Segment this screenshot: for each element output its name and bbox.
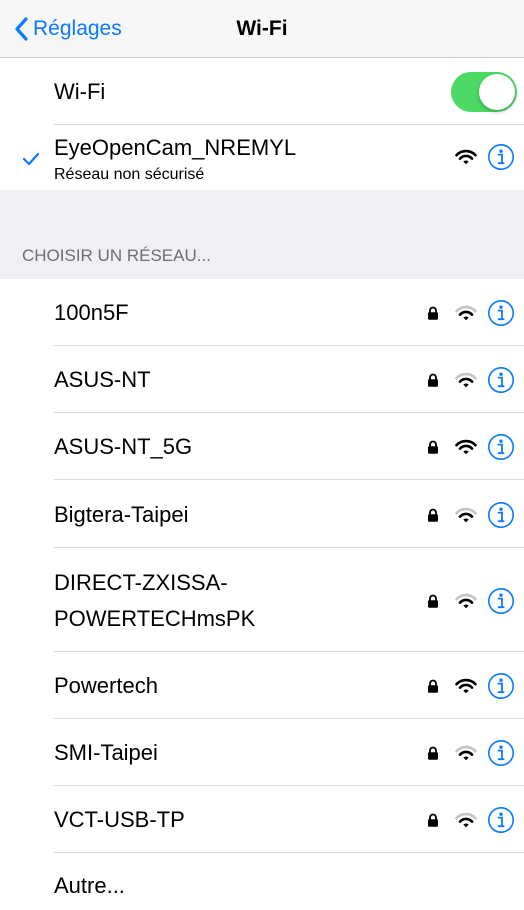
- lock-icon: [428, 440, 438, 454]
- network-row[interactable]: ASUS-NT_5G: [0, 413, 524, 480]
- network-name: Bigtera-Taipei: [54, 502, 189, 527]
- network-row[interactable]: ASUS-NT: [0, 346, 524, 413]
- navigation-bar: Réglages Wi-Fi: [0, 0, 524, 58]
- wifi-icon: [455, 507, 477, 523]
- other-network-row[interactable]: Autre...: [0, 853, 524, 910]
- network-name-line-1: DIRECT-ZXISSA-: [54, 570, 228, 595]
- info-icon[interactable]: [487, 501, 515, 529]
- network-name-line-2: POWERTECHmsPK: [54, 606, 256, 631]
- page-title: Wi-Fi: [236, 17, 288, 40]
- lock-icon: [428, 679, 438, 693]
- other-network-label: Autre...: [54, 873, 125, 898]
- network-name: SMI-Taipei: [54, 740, 158, 765]
- network-row[interactable]: SMI-Taipei: [0, 719, 524, 786]
- wifi-label: Wi-Fi: [54, 79, 106, 104]
- section-header: CHOISIR UN RÉSEAU...: [22, 246, 211, 265]
- toggle-knob: [479, 74, 515, 110]
- wifi-icon: [455, 745, 477, 761]
- lock-icon: [428, 306, 438, 320]
- info-icon[interactable]: [487, 143, 515, 171]
- network-row[interactable]: DIRECT-ZXISSA- POWERTECHmsPK: [0, 548, 524, 652]
- info-icon[interactable]: [487, 433, 515, 461]
- info-icon[interactable]: [487, 299, 515, 327]
- info-icon[interactable]: [487, 587, 515, 615]
- wifi-icon: [455, 305, 477, 321]
- lock-icon: [428, 508, 438, 522]
- wifi-icon: [455, 149, 477, 165]
- network-row[interactable]: VCT-USB-TP: [0, 786, 524, 853]
- info-icon[interactable]: [487, 366, 515, 394]
- wifi-toggle-switch[interactable]: [451, 72, 517, 112]
- network-name: 100n5F: [54, 300, 129, 325]
- network-row[interactable]: Bigtera-Taipei: [0, 480, 524, 548]
- wifi-toggle-row: Wi-Fi: [0, 58, 524, 125]
- lock-icon: [428, 746, 438, 760]
- info-icon[interactable]: [487, 806, 515, 834]
- network-row[interactable]: 100n5F: [0, 279, 524, 346]
- connected-network-status: Réseau non sécurisé: [54, 166, 205, 183]
- network-name: ASUS-NT_5G: [54, 434, 193, 459]
- network-name: Powertech: [54, 673, 158, 698]
- connected-network-name: EyeOpenCam_NREMYL: [54, 135, 297, 160]
- checkmark-icon: [22, 152, 40, 166]
- connected-network-row[interactable]: EyeOpenCam_NREMYL Réseau non sécurisé: [0, 125, 524, 190]
- wifi-icon: [455, 593, 477, 609]
- wifi-icon: [455, 439, 477, 455]
- network-name: VCT-USB-TP: [54, 807, 185, 832]
- wifi-icon: [455, 812, 477, 828]
- network-name: ASUS-NT: [54, 367, 151, 392]
- info-icon[interactable]: [487, 739, 515, 767]
- wifi-icon: [455, 678, 477, 694]
- info-icon[interactable]: [487, 672, 515, 700]
- wifi-icon: [455, 372, 477, 388]
- lock-icon: [428, 813, 438, 827]
- lock-icon: [428, 373, 438, 387]
- network-row[interactable]: Powertech: [0, 652, 524, 719]
- lock-icon: [428, 594, 438, 608]
